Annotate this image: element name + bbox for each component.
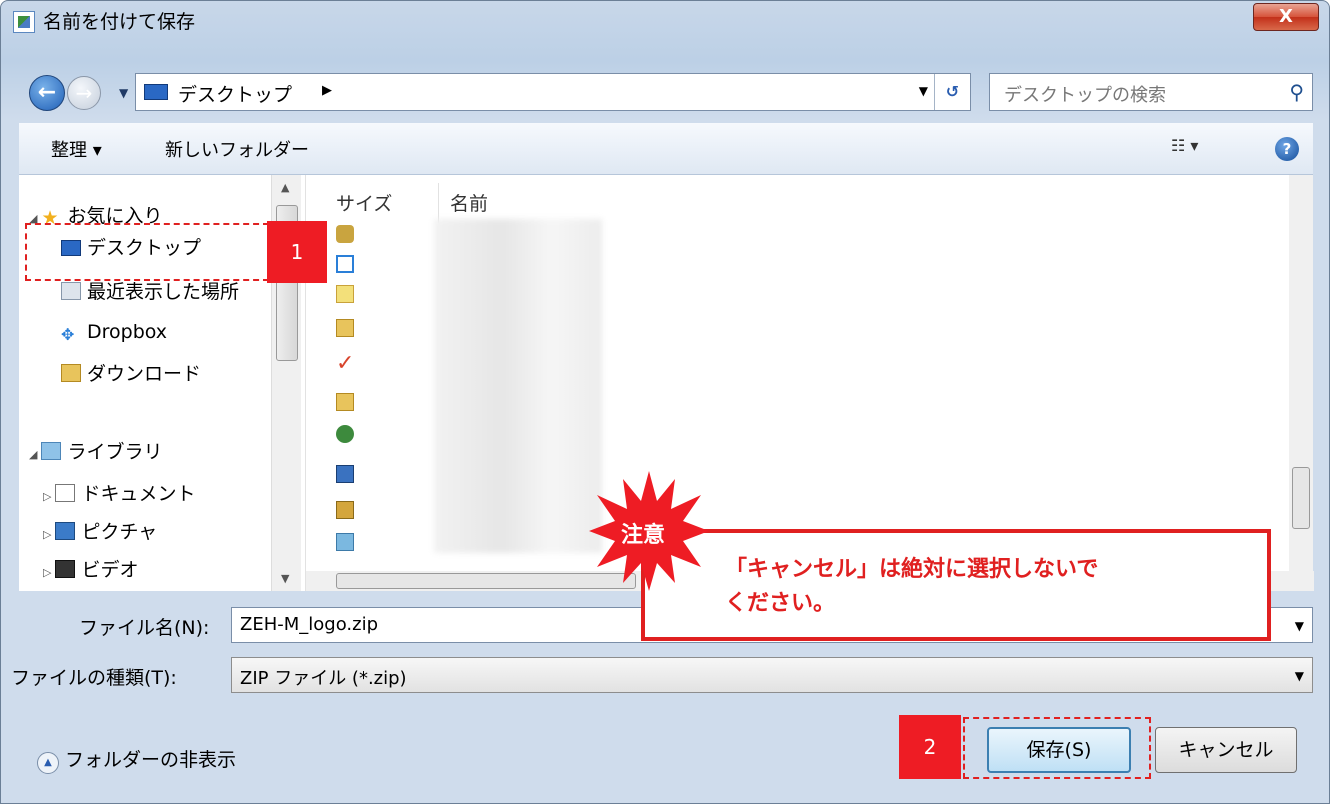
recent-places-icon bbox=[61, 282, 81, 300]
file-icon[interactable] bbox=[336, 225, 354, 243]
forward-icon[interactable]: → bbox=[67, 76, 101, 110]
address-bar[interactable]: デスクトップ ▶ ▼ ↺ bbox=[135, 73, 971, 111]
hide-folders-toggle[interactable]: ▲ フォルダーの非表示 bbox=[37, 745, 236, 774]
search-icon[interactable]: ⚲ bbox=[1289, 80, 1304, 104]
close-button[interactable]: X bbox=[1253, 3, 1319, 31]
collapse-up-icon[interactable]: ▲ bbox=[37, 752, 59, 774]
help-icon[interactable]: ? bbox=[1275, 137, 1299, 161]
video-icon bbox=[55, 560, 76, 578]
nav-dropbox-label: Dropbox bbox=[87, 321, 168, 343]
dropbox-icon: ✥ bbox=[61, 325, 75, 344]
cancel-button[interactable]: キャンセル bbox=[1155, 727, 1297, 773]
document-icon bbox=[55, 484, 76, 502]
warning-callout: 「キャンセル」は絶対に選択しないで ください。 bbox=[641, 529, 1271, 641]
warning-text: 「キャンセル」は絶対に選択しないで ください。 bbox=[725, 553, 1098, 621]
view-options-button[interactable]: ☷ ▾ bbox=[1171, 136, 1198, 155]
collapse-arrow-icon[interactable]: ▷ bbox=[43, 490, 51, 503]
nav-dropbox[interactable]: ✥ Dropbox bbox=[61, 321, 167, 357]
nav-pictures[interactable]: ▷ ピクチャ bbox=[43, 517, 157, 553]
nav-recent-places[interactable]: 最近表示した場所 bbox=[61, 277, 239, 313]
file-vertical-scrollbar[interactable] bbox=[1289, 175, 1313, 571]
save-dialog-icon bbox=[13, 11, 35, 33]
network-icon[interactable] bbox=[336, 425, 354, 443]
step2-highlight bbox=[963, 717, 1151, 779]
filetype-dropdown-icon[interactable]: ▼ bbox=[1295, 669, 1304, 683]
history-dropdown-icon[interactable]: ▼ bbox=[119, 86, 128, 100]
computer-icon[interactable] bbox=[336, 465, 354, 483]
nav-documents-label: ドキュメント bbox=[81, 483, 196, 505]
filename-label: ファイル名(N): bbox=[79, 617, 210, 639]
address-dropdown-icon[interactable]: ▼ bbox=[919, 84, 928, 98]
file-vscroll-thumb[interactable] bbox=[1292, 467, 1310, 529]
checkmark-icon[interactable]: ✓ bbox=[336, 353, 354, 375]
column-divider[interactable] bbox=[438, 183, 439, 223]
title-bar: 名前を付けて保存 X bbox=[1, 1, 1329, 41]
search-input[interactable]: デスクトップの検索 ⚲ bbox=[989, 73, 1313, 111]
pictures-icon bbox=[55, 522, 76, 540]
collapse-arrow-icon[interactable]: ▷ bbox=[43, 528, 51, 541]
downloads-folder-icon bbox=[61, 364, 81, 382]
blurred-file-names bbox=[434, 219, 602, 553]
scroll-up-icon[interactable]: ▲ bbox=[281, 181, 289, 194]
filetype-select[interactable]: ZIP ファイル (*.zip) ▼ bbox=[231, 657, 1313, 693]
step1-highlight bbox=[25, 223, 269, 281]
filename-dropdown-icon[interactable]: ▼ bbox=[1295, 619, 1304, 633]
step2-badge: 2 bbox=[899, 715, 961, 779]
hide-folders-label: フォルダーの非表示 bbox=[65, 749, 237, 771]
nav-libraries[interactable]: ◢ ライブラリ bbox=[29, 437, 162, 473]
folder-icon[interactable] bbox=[336, 285, 354, 303]
command-toolbar: 整理 ▾ 新しいフォルダー ☷ ▾ ? bbox=[19, 123, 1313, 175]
filetype-value: ZIP ファイル (*.zip) bbox=[240, 668, 407, 689]
new-folder-button[interactable]: 新しいフォルダー bbox=[165, 136, 309, 162]
caution-label: 注意 bbox=[621, 523, 666, 548]
organize-button[interactable]: 整理 ▾ bbox=[51, 136, 102, 162]
nav-videos[interactable]: ▷ ビデオ bbox=[43, 555, 138, 591]
nav-recent-label: 最近表示した場所 bbox=[87, 281, 240, 303]
filename-value: ZEH-M_logo.zip bbox=[240, 614, 378, 635]
refresh-icon[interactable]: ↺ bbox=[934, 74, 970, 110]
folder-icon[interactable] bbox=[336, 319, 354, 337]
folder-icon[interactable] bbox=[336, 393, 354, 411]
back-icon[interactable]: ← bbox=[29, 75, 65, 111]
library-icon[interactable] bbox=[336, 533, 354, 551]
nav-downloads[interactable]: ダウンロード bbox=[61, 359, 201, 395]
nav-videos-label: ビデオ bbox=[81, 559, 139, 581]
expand-arrow-icon[interactable]: ◢ bbox=[29, 448, 37, 461]
filetype-label: ファイルの種類(T): bbox=[11, 667, 177, 689]
step1-badge: 1 bbox=[267, 221, 327, 283]
nav-downloads-label: ダウンロード bbox=[87, 363, 202, 385]
library-icon bbox=[41, 442, 62, 460]
address-location[interactable]: デスクトップ bbox=[178, 80, 292, 107]
user-folder-icon[interactable] bbox=[336, 501, 354, 519]
scroll-down-icon[interactable]: ▼ bbox=[281, 572, 289, 585]
desktop-icon bbox=[144, 84, 168, 100]
column-header-name[interactable]: 名前 bbox=[450, 189, 488, 216]
column-header-size[interactable]: サイズ bbox=[336, 189, 392, 216]
nav-documents[interactable]: ▷ ドキュメント bbox=[43, 479, 195, 515]
save-as-dialog: 名前を付けて保存 X ← → ▼ デスクトップ ▶ ▼ ↺ デスクトップの検索 … bbox=[0, 0, 1330, 804]
nav-libraries-label: ライブラリ bbox=[67, 441, 163, 463]
warning-line-2: ください。 bbox=[725, 591, 836, 616]
collapse-arrow-icon[interactable]: ▷ bbox=[43, 566, 51, 579]
window-title: 名前を付けて保存 bbox=[43, 11, 196, 33]
nav-pictures-label: ピクチャ bbox=[81, 521, 158, 543]
search-placeholder: デスクトップの検索 bbox=[1004, 85, 1166, 106]
breadcrumb-chevron-icon[interactable]: ▶ bbox=[322, 83, 332, 98]
file-icon[interactable] bbox=[336, 255, 354, 273]
warning-line-1: 「キャンセル」は絶対に選択しないで bbox=[725, 557, 1099, 582]
